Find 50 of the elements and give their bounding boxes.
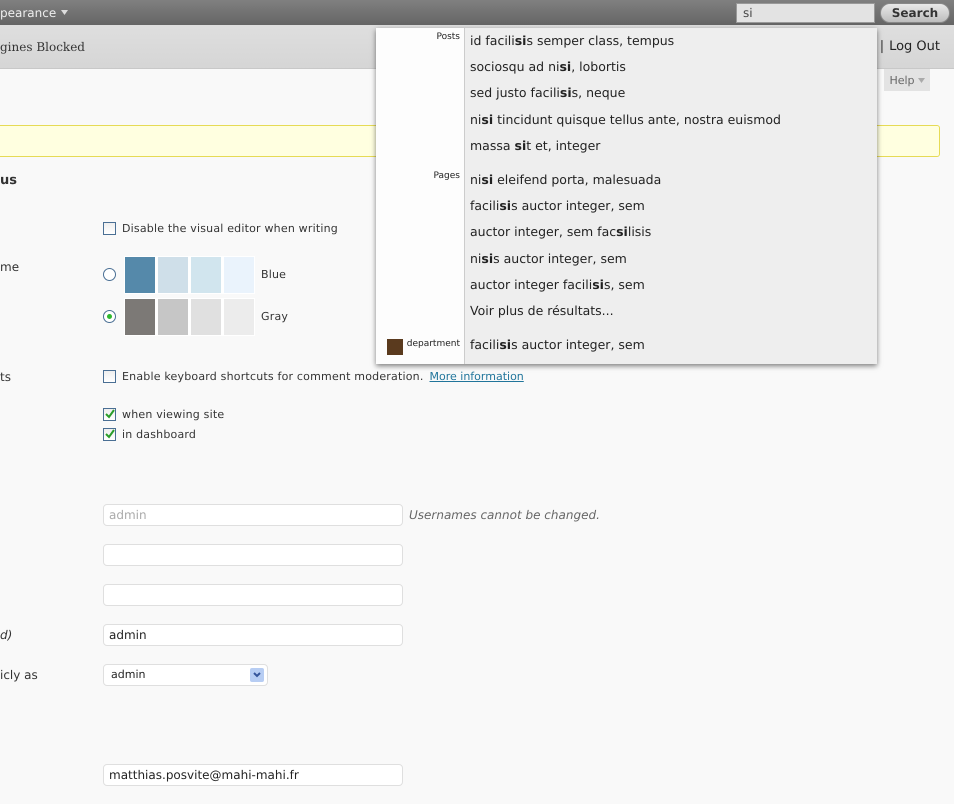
radio-button[interactable] bbox=[103, 268, 116, 282]
site-title: gines Blocked bbox=[0, 40, 85, 54]
appearance-menu[interactable]: pearance bbox=[0, 6, 68, 20]
select-field[interactable]: admin bbox=[103, 664, 268, 686]
suggestion-item[interactable]: massa sit et, integer bbox=[470, 132, 877, 160]
suggestion-item[interactable]: id facilisis semper class, tempus bbox=[470, 28, 877, 54]
caret-icon bbox=[61, 10, 68, 16]
checkmark-icon bbox=[104, 429, 114, 440]
log-out-link[interactable]: Log Out bbox=[889, 39, 940, 54]
section-heading: us bbox=[0, 172, 17, 188]
checkbox-label: in dashboard bbox=[122, 428, 196, 441]
field-label: d) bbox=[0, 626, 14, 642]
scheme-name: Gray bbox=[261, 310, 288, 324]
suggestion-item[interactable]: sed justo facilisis, neque bbox=[470, 80, 877, 107]
field-label: icly as bbox=[0, 666, 39, 682]
more-information-link[interactable]: More information bbox=[430, 370, 524, 383]
checkbox[interactable] bbox=[103, 408, 116, 421]
field-label: ts bbox=[0, 368, 12, 384]
text-field[interactable] bbox=[103, 544, 403, 566]
field-note: Usernames cannot be changed. bbox=[409, 508, 600, 522]
field-label: me bbox=[0, 258, 20, 274]
radio-button[interactable] bbox=[103, 310, 116, 324]
suggestion-item[interactable]: nisi tincidunt quisque tellus ante, nostra euismod bbox=[470, 106, 877, 133]
search-button[interactable]: Search bbox=[880, 2, 950, 23]
checkbox-label: Enable keyboard shortcuts for comment moderation. bbox=[122, 370, 424, 383]
thumbnail-image bbox=[386, 339, 403, 356]
caret-icon bbox=[918, 78, 925, 83]
search-field[interactable]: si bbox=[736, 2, 875, 23]
group-label: Posts bbox=[436, 32, 460, 42]
suggestion-item[interactable]: auctor integer, sem facsilisis bbox=[470, 219, 877, 246]
text-field[interactable] bbox=[103, 584, 403, 606]
suggestion-item[interactable]: nisi eleifend porta, malesuada bbox=[470, 167, 877, 194]
text-field[interactable]: matthias.posvite@mahi-mahi.fr bbox=[103, 764, 403, 786]
group-label: Pages bbox=[434, 171, 460, 182]
suggestion-item[interactable]: auctor integer facilisis, sem bbox=[470, 272, 877, 298]
scheme-name: Blue bbox=[261, 268, 286, 282]
suggestion-item[interactable]: nisis auctor integer, sem bbox=[470, 246, 877, 272]
checkbox[interactable] bbox=[103, 222, 116, 235]
checkbox-label: Disable the visual editor when writing bbox=[122, 222, 338, 235]
suggestion-item[interactable]: sociosqu ad nisi, lobortis bbox=[470, 54, 877, 80]
separator: | bbox=[880, 39, 884, 54]
checkbox[interactable] bbox=[103, 370, 116, 383]
help-tab[interactable]: Help bbox=[884, 69, 930, 92]
suggestion-item[interactable]: facilisis auctor integer, sem bbox=[470, 193, 877, 220]
suggestion-item[interactable]: Voir plus de résultats... bbox=[470, 298, 877, 324]
checkbox[interactable] bbox=[103, 428, 116, 441]
checkmark-icon bbox=[104, 409, 114, 420]
checkbox-label: when viewing site bbox=[122, 408, 224, 421]
group-label: department bbox=[406, 339, 460, 350]
text-field[interactable]: admin bbox=[103, 624, 403, 646]
